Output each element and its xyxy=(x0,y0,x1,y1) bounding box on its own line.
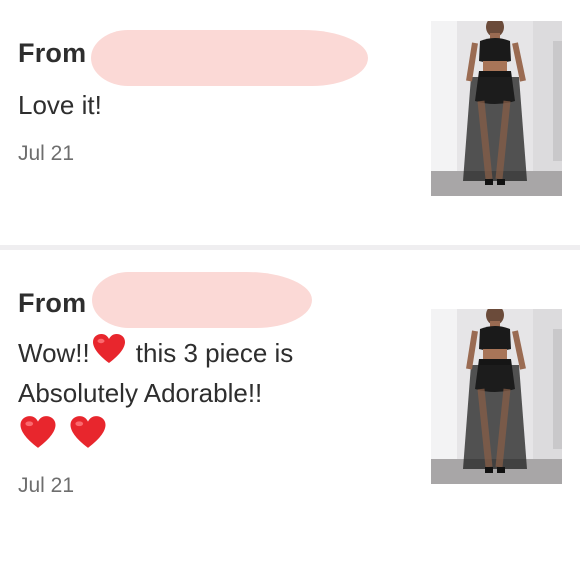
comment-text-part: Wow!! xyxy=(18,338,90,368)
heart-emoji-group xyxy=(19,415,107,455)
comment-card[interactable]: From Love it! Jul 21 xyxy=(0,0,580,246)
sender-label: From xyxy=(18,38,87,68)
sender-label: From xyxy=(18,288,87,318)
redacted-username xyxy=(92,272,312,328)
heart-icon xyxy=(92,333,126,378)
comment-date: Jul 21 xyxy=(18,142,75,165)
heart-icon xyxy=(19,415,57,455)
redacted-username xyxy=(91,30,368,86)
comment-text: Wow!! this 3 piece is xyxy=(18,332,293,378)
comment-text: Love it! xyxy=(18,90,102,120)
comment-text-line2: Absolutely Adorable!! xyxy=(18,378,263,408)
product-thumbnail[interactable] xyxy=(431,21,562,196)
comment-text-part: this 3 piece is xyxy=(135,338,294,368)
product-thumbnail[interactable] xyxy=(431,309,562,484)
comment-card[interactable]: From Wow!! this 3 piece is Absolutely Ad… xyxy=(0,250,580,580)
comment-date: Jul 21 xyxy=(18,474,75,497)
heart-icon xyxy=(69,415,107,455)
